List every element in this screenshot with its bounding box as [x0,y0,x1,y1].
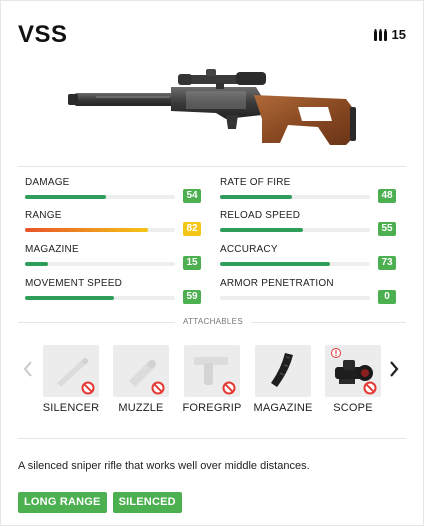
slot-box [113,345,169,397]
stat-track [25,195,175,199]
stat-track [25,296,175,300]
slot-label: MAGAZINE [253,402,313,414]
attachment-slot-foregrip[interactable]: FOREGRIP [182,345,241,414]
stat-movement-speed: MOVEMENT SPEED 59 [25,278,201,308]
stat-track [220,296,370,300]
blocked-icon [151,381,165,395]
stat-fill [220,228,303,232]
tag-list: LONG RANGE SILENCED [18,492,182,513]
stat-fill [220,195,292,199]
blocked-icon [222,381,236,395]
divider-top [18,166,406,167]
stat-label: MOVEMENT SPEED [25,278,123,289]
stat-value-badge: 0 [378,290,396,304]
tag-silenced[interactable]: SILENCED [112,492,182,513]
stat-label: MAGAZINE [25,244,79,255]
stat-value-badge: 73 [378,256,396,270]
slot-box [255,345,311,397]
slot-label: SCOPE [333,402,373,414]
attachment-slot-magazine[interactable]: MAGAZINE [253,345,312,414]
weapon-name: VSS [18,21,68,48]
blocked-icon [363,381,377,395]
chevron-left-icon[interactable] [21,359,35,379]
slot-label: MUZZLE [118,402,164,414]
slot-box [43,345,99,397]
blocked-icon [81,381,95,395]
attachment-slot-silencer[interactable]: SILENCER [43,345,99,414]
slot-label: SILENCER [42,402,100,414]
stat-track [220,195,370,199]
stat-label: RATE OF FIRE [220,177,291,188]
stat-fill [25,228,148,232]
stat-track [25,228,175,232]
chevron-right-icon[interactable] [387,359,401,379]
weapon-description: A silenced sniper rifle that works well … [18,460,310,472]
stat-range: RANGE 82 [25,210,201,240]
stat-label: RANGE [25,210,62,221]
slot-box [325,345,381,397]
weapon-image [68,69,356,145]
stat-value-badge: 54 [183,189,201,203]
stat-magazine: MAGAZINE 15 [25,244,201,274]
bullets-icon [373,28,387,41]
stat-track [220,228,370,232]
weapon-card: VSS 15 DAMAGE 54 RATE OF FIRE 48 RANGE 8… [0,0,424,526]
stat-accuracy: ACCURACY 73 [220,244,396,274]
stat-label: ACCURACY [220,244,278,255]
stat-fill [25,296,114,300]
stat-value-badge: 59 [183,290,201,304]
attachment-slot-muzzle[interactable]: MUZZLE [113,345,169,414]
stat-track [220,262,370,266]
stat-armor-penetration: ARMOR PENETRATION 0 [220,278,396,308]
stat-value-badge: 55 [378,222,396,236]
attachables-heading-text: ATTACHABLES [175,317,251,326]
stat-fill [25,195,106,199]
tag-long-range[interactable]: LONG RANGE [18,492,107,513]
stat-label: ARMOR PENETRATION [220,278,334,289]
warning-icon [331,348,341,358]
divider-bottom [18,438,406,439]
ammo-count: 15 [373,27,406,42]
stat-fill [220,262,330,266]
stat-value-badge: 48 [378,189,396,203]
stat-track [25,262,175,266]
attachment-slot-scope[interactable]: SCOPE [325,345,381,414]
stat-label: DAMAGE [25,177,70,188]
stat-reload-speed: RELOAD SPEED 55 [220,210,396,240]
slot-label: FOREGRIP [182,402,242,414]
stat-value-badge: 15 [183,256,201,270]
attachables-heading: ATTACHABLES [1,317,424,326]
stat-value-badge: 82 [183,222,201,236]
stat-rate-of-fire: RATE OF FIRE 48 [220,177,396,207]
slot-box [184,345,240,397]
stat-damage: DAMAGE 54 [25,177,201,207]
stat-fill [25,262,48,266]
magazine-icon [271,353,293,387]
stat-label: RELOAD SPEED [220,210,301,221]
ammo-count-value: 15 [391,27,406,42]
